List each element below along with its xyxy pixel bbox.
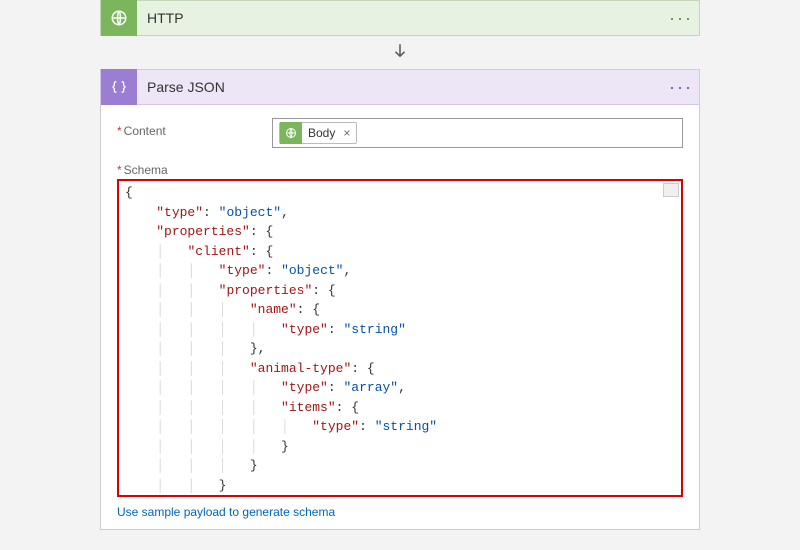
- http-action-header[interactable]: HTTP ···: [100, 0, 700, 36]
- flow-arrow-icon: [0, 36, 800, 69]
- braces-icon: [101, 69, 137, 105]
- parse-json-header[interactable]: Parse JSON ···: [100, 69, 700, 105]
- parse-json-title: Parse JSON: [137, 79, 663, 95]
- remove-token-button[interactable]: ×: [341, 126, 350, 140]
- globe-icon: [101, 0, 137, 36]
- http-title: HTTP: [137, 10, 663, 26]
- body-token-label: Body: [308, 126, 335, 140]
- globe-icon: [280, 122, 302, 144]
- parse-json-menu-button[interactable]: ···: [663, 77, 699, 98]
- schema-code[interactable]: { "type": "object", "properties": { │ "c…: [119, 181, 681, 495]
- body-token[interactable]: Body ×: [279, 122, 357, 144]
- schema-editor[interactable]: { "type": "object", "properties": { │ "c…: [117, 179, 683, 497]
- schema-label: *Schema: [117, 157, 272, 177]
- http-menu-button[interactable]: ···: [663, 8, 699, 29]
- use-sample-payload-link[interactable]: Use sample payload to generate schema: [101, 497, 699, 519]
- parse-json-body: *Content Body × *Schema {: [100, 105, 700, 530]
- content-label: *Content: [117, 118, 272, 138]
- content-input[interactable]: Body ×: [272, 118, 683, 148]
